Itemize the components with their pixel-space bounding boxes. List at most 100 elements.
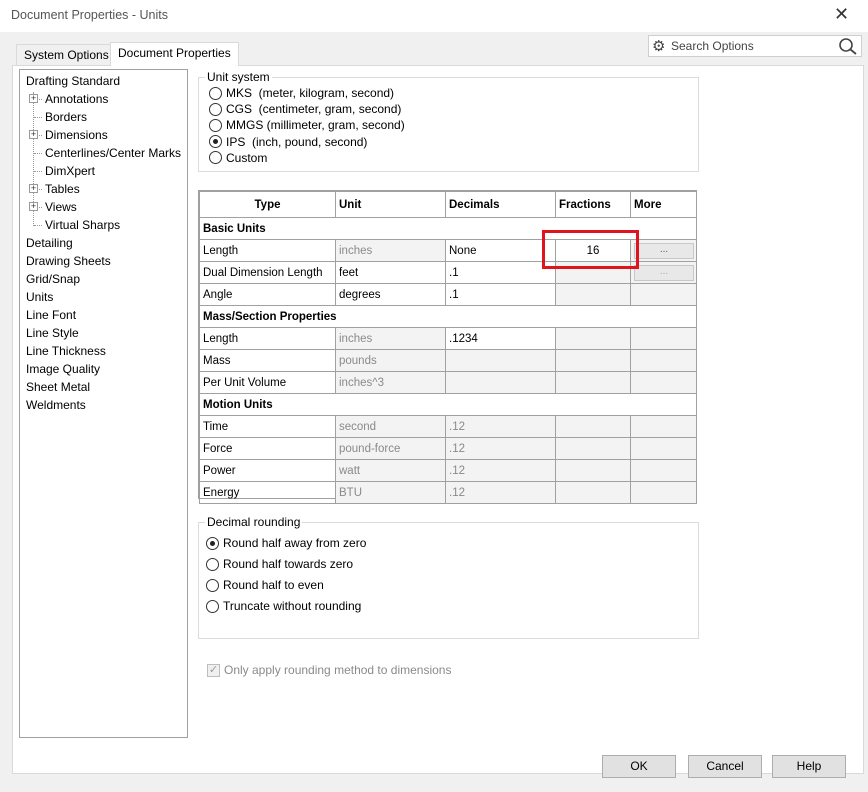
cell-more (630, 481, 697, 504)
decimal-rounding-legend: Decimal rounding (205, 515, 303, 529)
column-header: More (630, 191, 697, 218)
unit-system-option-3[interactable]: IPS (inch, pound, second) (209, 134, 367, 150)
table-header-row: Type Unit Decimals Fractions More (199, 191, 697, 218)
tree-item-drafting-standard[interactable]: Drafting Standard (26, 72, 120, 90)
section-title: Motion Units (199, 393, 697, 416)
expand-plus-icon[interactable]: + (29, 130, 38, 139)
tab-label: Document Properties (118, 46, 231, 60)
cell-more: ... (630, 239, 697, 262)
cell-more (630, 371, 697, 394)
cell-fractions (555, 283, 631, 306)
tree-item-units[interactable]: Units (26, 288, 53, 306)
cell-decimals: .12 (445, 481, 556, 504)
cell-decimals: .12 (445, 437, 556, 460)
cell-type: Length (199, 239, 336, 262)
cell-unit[interactable]: degrees (335, 283, 446, 306)
tree-item-weldments[interactable]: Weldments (26, 396, 86, 414)
cell-type: Force (199, 437, 336, 460)
help-button[interactable]: Help (772, 755, 846, 778)
title-bar: Document Properties - Units ✕ (0, 0, 868, 32)
cell-more (630, 283, 697, 306)
expand-plus-icon[interactable]: + (29, 202, 38, 211)
radio-label: Truncate without rounding (223, 599, 362, 613)
tree-item-dimensions[interactable]: Dimensions (45, 126, 108, 144)
expand-plus-icon[interactable]: + (29, 94, 38, 103)
radio-button[interactable] (206, 557, 219, 571)
more-button[interactable]: ... (634, 264, 694, 281)
cell-unit: pound-force (335, 437, 446, 460)
unit-system-option-1[interactable]: CGS (centimeter, gram, second) (209, 101, 401, 117)
radio-button[interactable] (206, 599, 219, 613)
only-apply-rounding-label: Only apply rounding method to dimensions (224, 663, 452, 677)
cell-decimals[interactable]: .1234 (445, 327, 556, 350)
only-apply-rounding-checkbox[interactable]: ✓ (207, 663, 220, 677)
tree-item-dimxpert[interactable]: DimXpert (45, 162, 95, 180)
radio-label: IPS (inch, pound, second) (226, 134, 368, 149)
expand-plus-icon[interactable]: + (29, 184, 38, 193)
cell-fractions (555, 349, 631, 372)
more-button[interactable]: ... (634, 242, 694, 259)
radio-label: CGS (centimeter, gram, second) (226, 102, 402, 117)
column-header: Type (199, 191, 336, 218)
table-row: Per Unit Volume inches^3 (199, 371, 697, 394)
tree-item-tables[interactable]: Tables (45, 180, 80, 198)
tree-item-detailing[interactable]: Detailing (26, 234, 73, 252)
cell-type: Dual Dimension Length (199, 261, 336, 284)
radio-button[interactable] (209, 118, 222, 132)
unit-system-option-2[interactable]: MMGS (millimeter, gram, second) (209, 117, 405, 133)
column-header: Fractions (555, 191, 631, 218)
close-icon[interactable]: ✕ (834, 4, 849, 25)
radio-button[interactable] (209, 151, 222, 165)
tree-item-line-font[interactable]: Line Font (26, 306, 76, 324)
radio-button[interactable] (209, 86, 222, 100)
tree-line (34, 153, 42, 154)
cell-decimals[interactable]: .1 (445, 261, 556, 284)
cell-fractions (555, 415, 631, 438)
tree-item-drawing-sheets[interactable]: Drawing Sheets (26, 252, 111, 270)
cell-decimals[interactable]: .1 (445, 283, 556, 306)
cell-unit[interactable]: feet (335, 261, 446, 284)
tree-item-virtual-sharps[interactable]: Virtual Sharps (45, 216, 120, 234)
cell-fractions (555, 261, 631, 284)
table-row: Angle degrees .1 (199, 283, 697, 306)
tree-item-line-style[interactable]: Line Style (26, 324, 79, 342)
tree-item-grid-snap[interactable]: Grid/Snap (26, 270, 80, 288)
cell-unit: inches (335, 327, 446, 350)
rounding-option-2[interactable]: Round half to even (206, 577, 324, 593)
rounding-option-3[interactable]: Truncate without rounding (206, 598, 361, 614)
cell-type: Angle (199, 283, 336, 306)
cell-more (630, 437, 697, 460)
cancel-button[interactable]: Cancel (688, 755, 762, 778)
tree-item-borders[interactable]: Borders (45, 108, 87, 126)
rounding-option-1[interactable]: Round half towards zero (206, 556, 353, 572)
rounding-option-0[interactable]: Round half away from zero (206, 535, 366, 551)
radio-button[interactable] (209, 135, 222, 149)
tree-item-line-thickness[interactable]: Line Thickness (26, 342, 106, 360)
search-icon[interactable] (838, 37, 858, 55)
ok-button[interactable]: OK (602, 755, 676, 778)
tree-item-views[interactable]: Views (45, 198, 77, 216)
radio-button[interactable] (209, 102, 222, 116)
tree-item-image-quality[interactable]: Image Quality (26, 360, 100, 378)
unit-system-option-0[interactable]: MKS (meter, kilogram, second) (209, 85, 394, 101)
radio-label: Round half to even (223, 578, 324, 592)
column-header: Decimals (445, 191, 556, 218)
cell-type: Length (199, 327, 336, 350)
column-header: Unit (335, 191, 446, 218)
unit-system-option-4[interactable]: Custom (209, 150, 267, 166)
gear-icon[interactable]: ⚙ (652, 37, 665, 55)
tab-document-properties[interactable]: Document Properties (110, 42, 239, 66)
radio-button[interactable] (206, 578, 219, 592)
radio-button[interactable] (206, 536, 219, 550)
tab-system-options[interactable]: System Options (16, 44, 117, 65)
radio-label: Round half towards zero (223, 557, 354, 571)
tree-item-annotations[interactable]: Annotations (45, 90, 108, 108)
tree-item-sheet-metal[interactable]: Sheet Metal (26, 378, 90, 396)
cell-decimals[interactable]: None (445, 239, 556, 262)
search-input[interactable] (671, 38, 836, 54)
cell-fractions[interactable]: 16 (555, 239, 631, 262)
only-apply-rounding-row[interactable]: ✓ Only apply rounding method to dimensio… (207, 663, 451, 677)
cell-fractions (555, 327, 631, 350)
tree-item-centerlines-center-marks[interactable]: Centerlines/Center Marks (45, 144, 181, 162)
cell-fractions (555, 371, 631, 394)
